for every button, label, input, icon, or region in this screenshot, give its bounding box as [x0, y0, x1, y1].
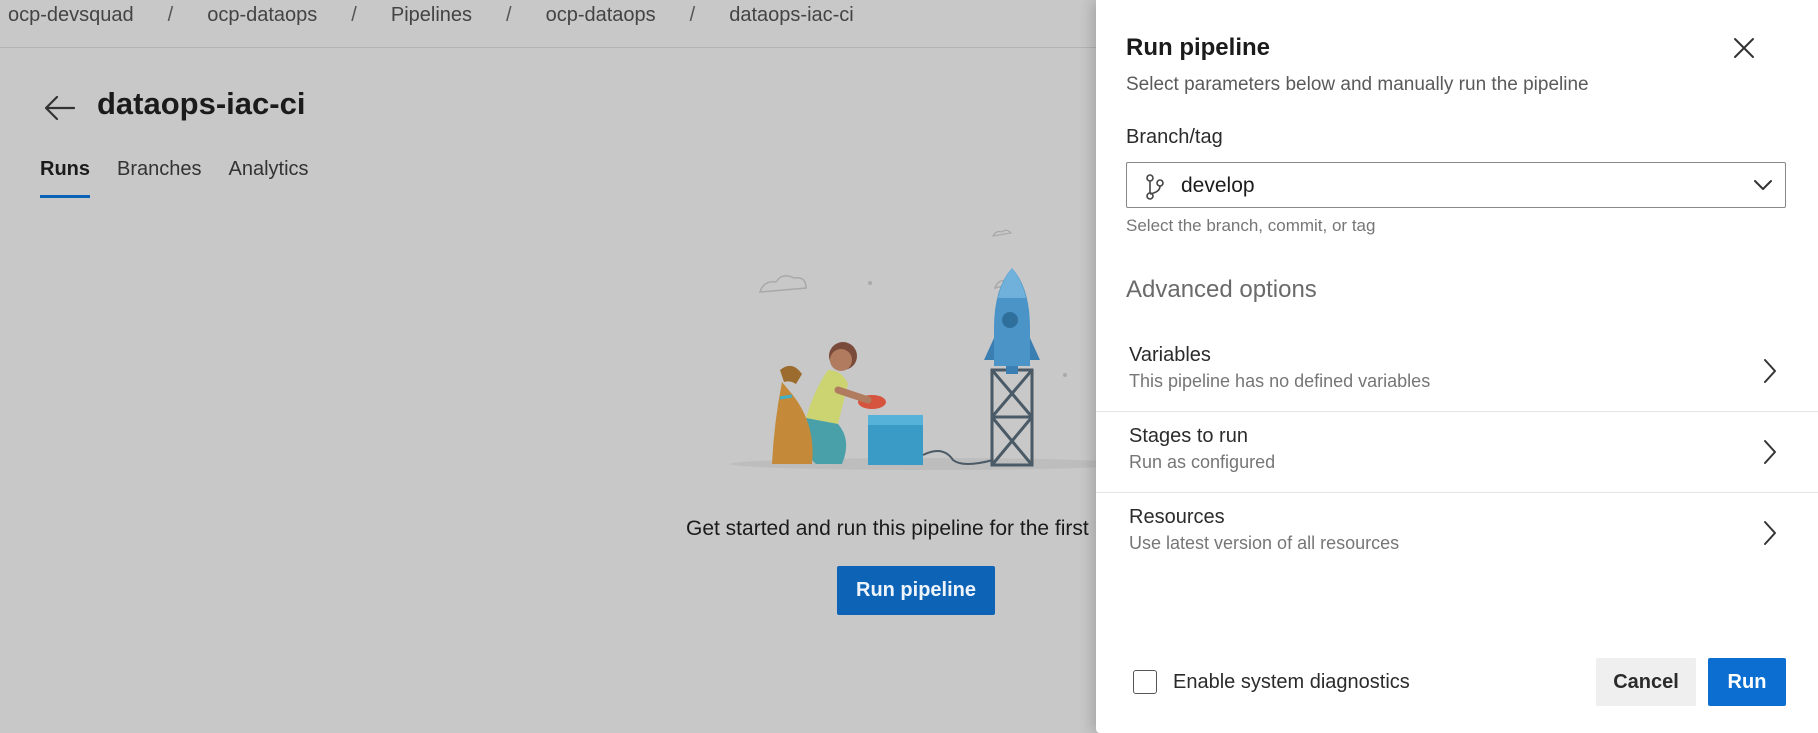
breadcrumb-separator: /: [351, 3, 357, 26]
diagnostics-label: Enable system diagnostics: [1173, 671, 1410, 693]
branch-select-value: develop: [1181, 174, 1255, 197]
chevron-down-icon: [1753, 178, 1773, 197]
advanced-options-heading: Advanced options: [1126, 276, 1317, 303]
option-description: Use latest version of all resources: [1129, 533, 1400, 553]
page-title: dataops-iac-ci: [97, 86, 306, 121]
option-title: Variables: [1129, 344, 1211, 366]
breadcrumb-separator: /: [506, 3, 512, 26]
tab-analytics[interactable]: Analytics: [229, 158, 309, 198]
diagnostics-checkbox[interactable]: [1133, 670, 1157, 694]
breadcrumb-item-project[interactable]: ocp-dataops: [207, 4, 317, 27]
branch-icon: [1145, 174, 1165, 205]
run-pipeline-panel: Run pipeline Select parameters below and…: [1096, 0, 1818, 733]
option-resources[interactable]: Resources Use latest version of all reso…: [1096, 494, 1818, 574]
branch-label: Branch/tag: [1126, 126, 1223, 148]
breadcrumb-item-pipeline[interactable]: dataops-iac-ci: [729, 4, 854, 27]
option-variables[interactable]: Variables This pipeline has no defined v…: [1096, 332, 1818, 412]
breadcrumb-item-folder[interactable]: ocp-dataops: [546, 4, 656, 27]
option-description: Run as configured: [1129, 452, 1276, 472]
header-divider: [0, 47, 1100, 48]
panel-subtitle: Select parameters below and manually run…: [1126, 74, 1589, 95]
breadcrumb: ocp-devsquad / ocp-dataops / Pipelines /…: [8, 0, 854, 30]
chevron-right-icon: [1762, 520, 1778, 551]
close-icon[interactable]: [1726, 30, 1762, 66]
panel-title: Run pipeline: [1126, 34, 1270, 61]
branch-select[interactable]: develop: [1126, 162, 1786, 208]
branch-help-text: Select the branch, commit, or tag: [1126, 216, 1376, 235]
back-arrow-icon[interactable]: [44, 95, 76, 121]
page-tabs: Runs Branches Analytics: [40, 158, 336, 198]
option-title: Stages to run: [1129, 425, 1248, 447]
breadcrumb-item-org[interactable]: ocp-devsquad: [8, 4, 134, 27]
empty-state-illustration: [720, 220, 1130, 470]
option-description: This pipeline has no defined variables: [1129, 371, 1431, 391]
breadcrumb-separator: /: [167, 3, 174, 26]
tab-branches[interactable]: Branches: [117, 158, 202, 198]
breadcrumb-separator: /: [689, 3, 696, 26]
run-pipeline-button[interactable]: Run pipeline: [837, 566, 995, 615]
option-stages-to-run[interactable]: Stages to run Run as configured: [1096, 413, 1818, 493]
chevron-right-icon: [1762, 439, 1778, 470]
chevron-right-icon: [1762, 358, 1778, 389]
breadcrumb-item-pipelines[interactable]: Pipelines: [391, 4, 472, 27]
option-title: Resources: [1129, 506, 1225, 528]
cancel-button[interactable]: Cancel: [1596, 658, 1696, 706]
empty-state-text: Get started and run this pipeline for th…: [686, 517, 1089, 540]
tab-runs[interactable]: Runs: [40, 158, 90, 198]
run-button[interactable]: Run: [1708, 658, 1786, 706]
